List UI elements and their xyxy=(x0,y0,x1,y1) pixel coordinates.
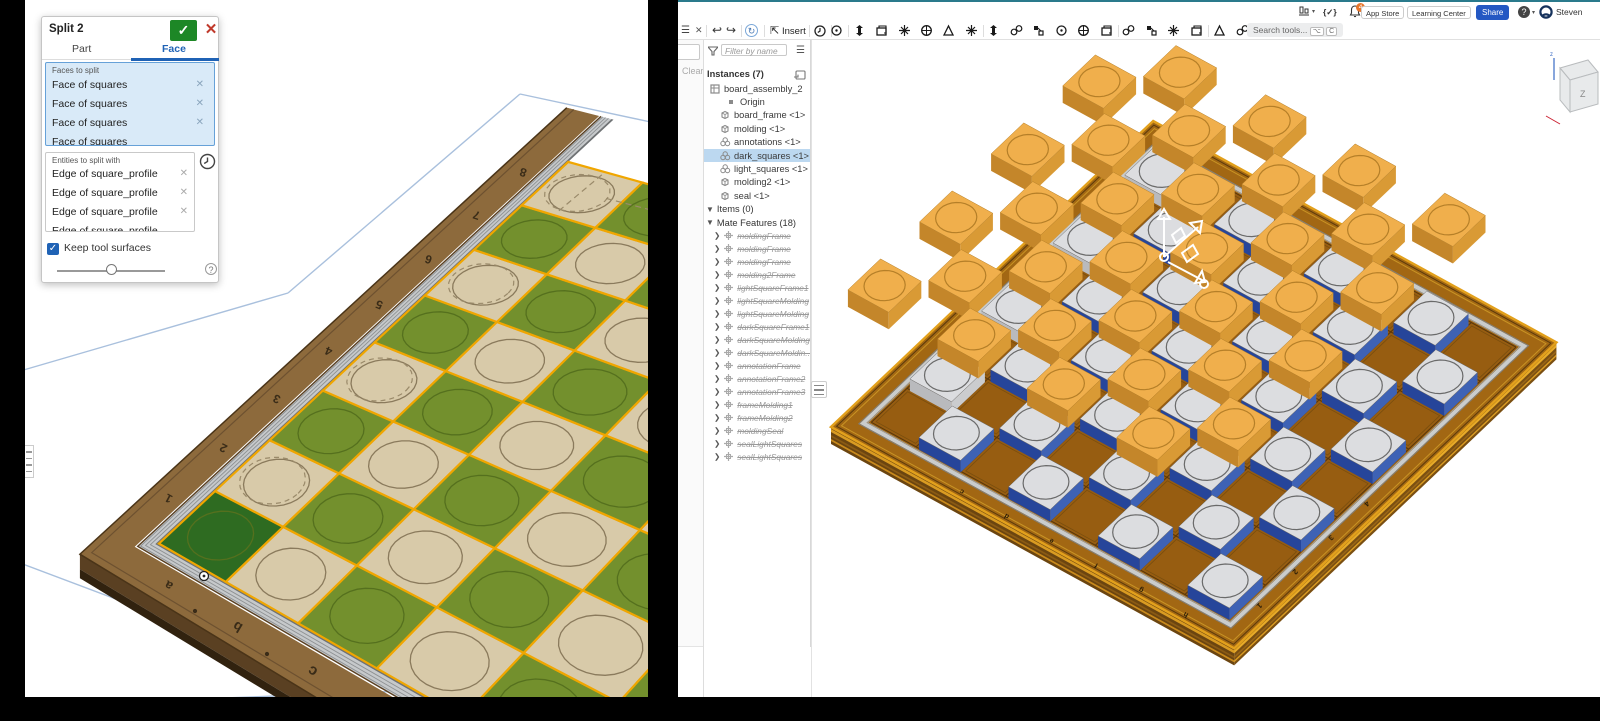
svg-text:z: z xyxy=(1550,52,1553,58)
svg-text:Z: Z xyxy=(1580,89,1586,99)
